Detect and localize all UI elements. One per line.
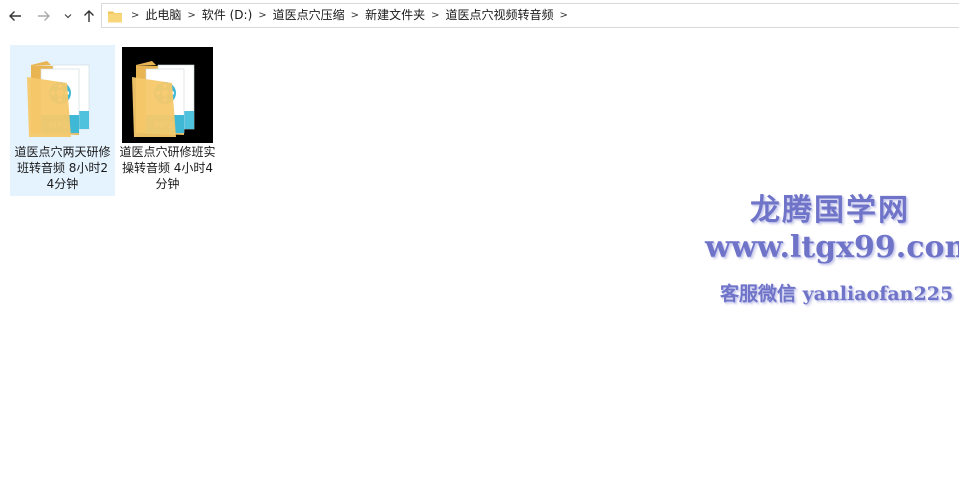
chevron-right-icon[interactable]: > xyxy=(345,4,365,27)
folder-icon xyxy=(108,11,122,22)
breadcrumb-item-current[interactable]: 道医点穴视频转音频 xyxy=(445,4,553,27)
watermark-title: 龙腾国学网 xyxy=(750,193,910,228)
chevron-right-icon[interactable]: > xyxy=(252,4,272,27)
breadcrumb-item-new-folder[interactable]: 新建文件夹 xyxy=(365,4,425,27)
breadcrumb-item-this-pc[interactable]: 此电脑 xyxy=(145,4,181,27)
folder-name[interactable]: 道医点穴两天研修班转音频 8小时24分钟 xyxy=(14,144,111,192)
breadcrumb-item-compressed[interactable]: 道医点穴压缩 xyxy=(273,4,345,27)
chevron-right-icon: > xyxy=(131,10,140,21)
arrow-left-icon xyxy=(9,11,21,21)
folder-thumbnail: MP3 xyxy=(122,47,213,143)
arrow-up-icon xyxy=(84,10,94,22)
chevron-right-icon[interactable]: > xyxy=(553,4,573,27)
folder-name[interactable]: 道医点穴研修班实操转音频 4小时4分钟 xyxy=(119,144,216,192)
chevron-right-icon[interactable]: > xyxy=(181,4,201,27)
chevron-right-icon[interactable]: > xyxy=(425,4,445,27)
up-button[interactable] xyxy=(79,4,99,28)
folder-item[interactable]: MP3 道医点穴研修班实操转音频 4小时4分钟 xyxy=(115,45,220,196)
audio-folder-icon: MP3 xyxy=(27,61,90,137)
watermark-contact: 客服微信 yanliaofan225 xyxy=(720,283,954,305)
watermark-url: www.ltgx99.com xyxy=(705,230,959,265)
back-button[interactable] xyxy=(4,4,26,28)
chevron-down-icon xyxy=(64,14,72,19)
address-bar[interactable]: > 此电脑 > 软件 (D:) > 道医点穴压缩 > 新建文件夹 > 道医点穴视… xyxy=(101,3,959,28)
navigation-bar: > 此电脑 > 软件 (D:) > 道医点穴压缩 > 新建文件夹 > 道医点穴视… xyxy=(0,0,959,32)
forward-button[interactable] xyxy=(33,4,55,28)
audio-folder-icon: MP3 xyxy=(132,61,195,137)
folder-thumbnail: MP3 xyxy=(17,47,108,143)
file-list: MP3 道医点穴两天研修班转音频 8小时24分钟 MP3 道医点穴 xyxy=(0,32,959,499)
recent-locations-button[interactable] xyxy=(60,4,76,28)
folder-item[interactable]: MP3 道医点穴两天研修班转音频 8小时24分钟 xyxy=(10,45,115,196)
breadcrumb-item-drive-d[interactable]: 软件 (D:) xyxy=(202,4,252,27)
arrow-right-icon xyxy=(38,11,50,21)
